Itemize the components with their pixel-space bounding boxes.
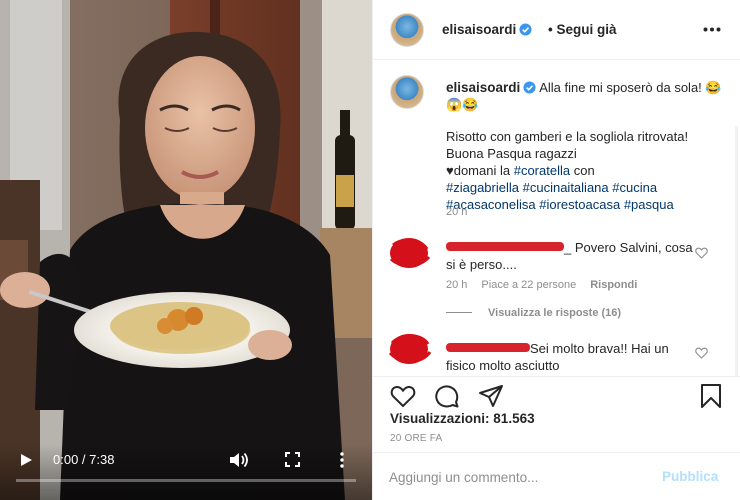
- hashtag-link[interactable]: #cucina: [612, 180, 657, 195]
- caption-con: con: [573, 163, 595, 178]
- verified-badge-icon: [519, 23, 532, 36]
- play-icon[interactable]: [19, 453, 33, 467]
- like-heart-icon[interactable]: [390, 383, 416, 409]
- video-player[interactable]: 0:00 / 7:38: [0, 0, 372, 500]
- caption-username-text[interactable]: elisaisoardi: [446, 80, 520, 95]
- caption-username[interactable]: elisaisoardi: [446, 80, 536, 95]
- replies-divider: [446, 312, 472, 313]
- comment-bubble-icon[interactable]: [434, 383, 460, 409]
- views-count[interactable]: Visualizzazioni: 81.563: [390, 411, 535, 426]
- post-header: elisaisoardi • Segui già: [373, 0, 740, 60]
- publish-button[interactable]: Pubblica: [662, 469, 718, 484]
- hashtag-link[interactable]: #ziagabriella: [446, 180, 519, 195]
- comment-input[interactable]: [389, 467, 649, 487]
- caption-line-2: ♥domani la: [446, 163, 511, 178]
- post-panel: elisaisoardi • Segui già elisaisoardi Al…: [372, 0, 740, 500]
- fullscreen-icon[interactable]: [285, 452, 300, 467]
- video-time-label: 0:00 / 7:38: [53, 452, 115, 467]
- reply-button[interactable]: Rispondi: [590, 279, 637, 291]
- redacted-username[interactable]: [446, 343, 530, 352]
- view-replies-label[interactable]: Visualizza le risposte (16): [488, 307, 621, 319]
- view-replies-button[interactable]: Visualizza le risposte (16): [446, 307, 621, 319]
- hashtag-link[interactable]: #pasqua: [624, 197, 674, 212]
- comment-like-icon[interactable]: [695, 347, 708, 359]
- hashtag-link[interactable]: #coratella: [514, 163, 570, 178]
- caption-avatar[interactable]: [390, 75, 424, 109]
- comments-list[interactable]: elisaisoardi Alla fine mi sposerò da sol…: [373, 61, 740, 377]
- caption-line-1: Risotto con gamberi e la sogliola ritrov…: [446, 129, 689, 161]
- caption-timestamp[interactable]: 20 h: [446, 206, 467, 218]
- verified-badge-icon: [523, 81, 536, 94]
- comment-meta: 20 h Piace a 22 persone Rispondi: [446, 279, 651, 291]
- comment-like-icon[interactable]: [695, 247, 708, 259]
- video-progress-bar[interactable]: [16, 479, 356, 482]
- avatar[interactable]: [390, 13, 424, 47]
- video-frame: [0, 0, 372, 500]
- redacted-username[interactable]: [446, 242, 564, 251]
- username-text[interactable]: elisaisoardi: [442, 22, 516, 37]
- comment-likes[interactable]: Piace a 22 persone: [481, 279, 576, 291]
- more-options-icon[interactable]: [703, 27, 721, 32]
- views-label: Visualizzazioni:: [390, 411, 490, 426]
- volume-icon[interactable]: [229, 451, 249, 469]
- following-button[interactable]: • Segui già: [548, 22, 617, 37]
- header-username[interactable]: elisaisoardi: [442, 22, 532, 37]
- save-bookmark-icon[interactable]: [698, 383, 724, 409]
- comment-composer: Pubblica: [373, 452, 740, 500]
- comment-text: Sei molto brava!! Hai un fisico molto as…: [446, 340, 696, 374]
- comment-text: _ Povero Salvini, cosa si è perso....: [446, 239, 696, 273]
- post-caption: elisaisoardi Alla fine mi sposerò da sol…: [446, 79, 726, 213]
- redacted-avatar[interactable]: [387, 331, 433, 367]
- views-value: 81.563: [493, 411, 535, 426]
- hashtag-link[interactable]: #iorestoacasa: [539, 197, 620, 212]
- post-date[interactable]: 20 ORE FA: [390, 433, 442, 444]
- hashtag-link[interactable]: #cucinaitaliana: [523, 180, 609, 195]
- comments-scrollbar[interactable]: [734, 122, 739, 377]
- share-direct-icon[interactable]: [478, 383, 504, 409]
- comment-time[interactable]: 20 h: [446, 279, 467, 291]
- redacted-avatar[interactable]: [387, 235, 433, 271]
- more-vertical-icon[interactable]: [339, 452, 345, 468]
